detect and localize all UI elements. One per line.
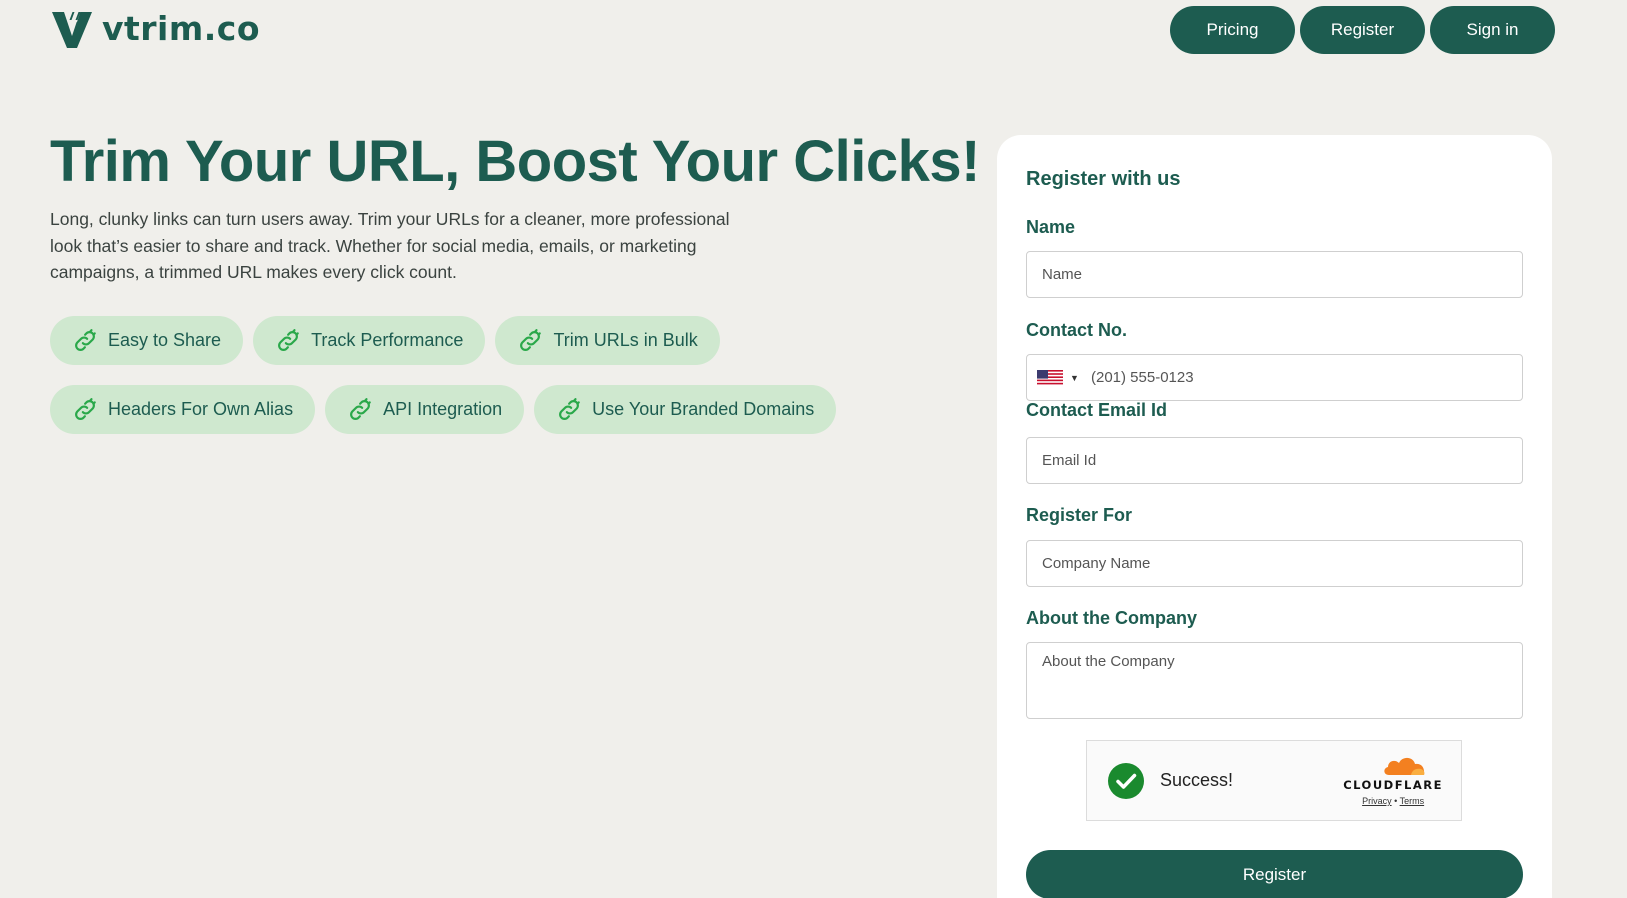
register-nav-button[interactable]: Register [1300,6,1425,54]
email-input[interactable] [1026,437,1523,484]
site-header: vtrim.co Pricing Register Sign in [0,0,1627,60]
success-check-icon [1108,762,1144,799]
link-icon [520,328,542,351]
hero-title: Trim Your URL, Boost Your Clicks! [50,129,980,194]
link-separator: • [1394,796,1398,806]
register-submit-button[interactable]: Register [1026,850,1523,898]
feature-label: Use Your Branded Domains [592,399,815,419]
feature-pill-branded-domains[interactable]: Use Your Branded Domains [534,385,837,434]
cloudflare-badge: CLOUDFLARE Privacy • Terms [1343,755,1443,806]
feature-pill-easy-share[interactable]: Easy to Share [50,316,244,365]
phone-field: ▼ [1026,354,1523,401]
feature-pill-track-performance[interactable]: Track Performance [253,316,486,365]
signin-button[interactable]: Sign in [1430,6,1555,54]
caret-down-icon: ▼ [1070,372,1079,383]
feature-label: Easy to Share [108,330,222,350]
us-flag-icon [1037,369,1063,386]
cloudflare-cloud-icon [1384,757,1425,775]
top-nav: Pricing Register Sign in [1170,6,1555,54]
hero-description: Long, clunky links can turn users away. … [50,209,730,282]
name-label: Name [1026,217,1076,237]
link-icon [350,397,371,420]
register-card: Register with us Name Contact No. ▼ Cont… [997,135,1552,898]
form-title: Register with us [1026,168,1181,190]
feature-pill-api[interactable]: API Integration [325,385,525,434]
feature-label: Headers For Own Alias [108,399,294,419]
cloudflare-links: Privacy • Terms [1343,796,1443,806]
email-label: Contact Email Id [1026,400,1168,420]
pricing-button[interactable]: Pricing [1170,6,1295,54]
link-icon [559,397,580,420]
feature-label: Track Performance [311,330,464,350]
brand-name: vtrim.co [102,8,261,48]
about-label: About the Company [1026,608,1197,628]
feature-pills: Easy to Share Track Performance Trim URL… [50,316,850,454]
link-icon [75,328,96,351]
logo-v-icon [52,10,92,48]
feature-pill-bulk[interactable]: Trim URLs in Bulk [495,316,720,365]
phone-input[interactable] [1091,355,1522,400]
feature-label: API Integration [383,399,503,419]
about-company-textarea[interactable] [1026,642,1523,719]
feature-pill-headers-alias[interactable]: Headers For Own Alias [50,385,316,434]
company-name-input[interactable] [1026,540,1523,587]
privacy-link[interactable]: Privacy [1362,796,1392,806]
captcha-status: Success! [1160,770,1234,790]
cloudflare-wordmark: CLOUDFLARE [1343,778,1443,792]
register-for-label: Register For [1026,505,1133,525]
brand-logo[interactable]: vtrim.co [50,6,260,50]
link-icon [75,397,96,420]
link-icon [278,328,299,351]
captcha-widget[interactable]: Success! CLOUDFLARE Privacy • Terms [1086,740,1462,821]
name-input[interactable] [1026,251,1523,298]
contact-label: Contact No. [1026,320,1127,340]
feature-label: Trim URLs in Bulk [553,330,698,350]
country-selector[interactable]: ▼ [1027,369,1091,386]
terms-link[interactable]: Terms [1400,796,1425,806]
